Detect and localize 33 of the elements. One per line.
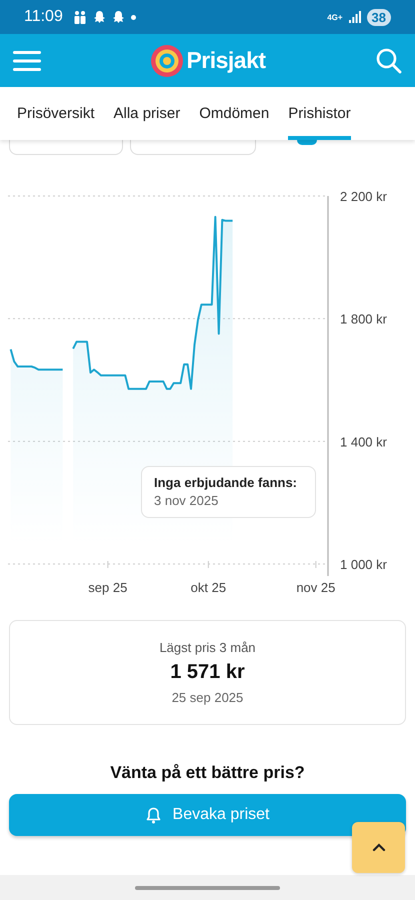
y-axis-label: 2 200 kr xyxy=(340,189,387,204)
lowest-price: 1 571 kr xyxy=(170,661,245,684)
toggle-knob xyxy=(297,140,317,145)
x-axis-label: nov 25 xyxy=(296,580,336,595)
logo-text: Prisjakt xyxy=(186,47,266,74)
price-watch-heading: Vänta på ett bättre pris? xyxy=(109,763,306,783)
y-axis-label: 1 000 kr xyxy=(340,557,387,572)
search-button[interactable] xyxy=(376,48,402,74)
x-axis-label: okt 25 xyxy=(190,580,226,595)
bell-icon xyxy=(146,806,161,824)
y-axis-label: 1 800 kr xyxy=(340,312,387,327)
dot-icon xyxy=(130,14,136,20)
tooltip-title: Inga erbjudande fanns: xyxy=(154,475,298,490)
battery-level: 38 xyxy=(366,8,391,26)
ghost-icon xyxy=(92,10,106,24)
status-time: 11:09 xyxy=(24,8,63,26)
lowest-price-date: 25 sep 2025 xyxy=(172,690,244,705)
network-type: 4G+ xyxy=(327,12,343,22)
tab[interactable]: Omdömen xyxy=(199,87,270,140)
ghost-icon xyxy=(112,10,125,24)
home-handle[interactable] xyxy=(135,886,280,890)
menu-button[interactable] xyxy=(13,50,41,70)
chevron-up-icon xyxy=(372,843,386,852)
tooltip-date: 3 nov 2025 xyxy=(154,493,220,508)
signal-icon xyxy=(348,11,361,23)
tab[interactable]: Prisöversikt xyxy=(17,87,95,140)
logo-icon xyxy=(151,44,184,76)
lowest-price-label: Lägst pris 3 mån xyxy=(159,640,256,655)
x-axis-label: sep 25 xyxy=(88,580,128,595)
tab[interactable]: Alla priser xyxy=(114,87,180,140)
people-icon xyxy=(72,10,87,24)
y-axis-label: 1 400 kr xyxy=(340,434,387,450)
scroll-top-button[interactable] xyxy=(352,822,405,873)
